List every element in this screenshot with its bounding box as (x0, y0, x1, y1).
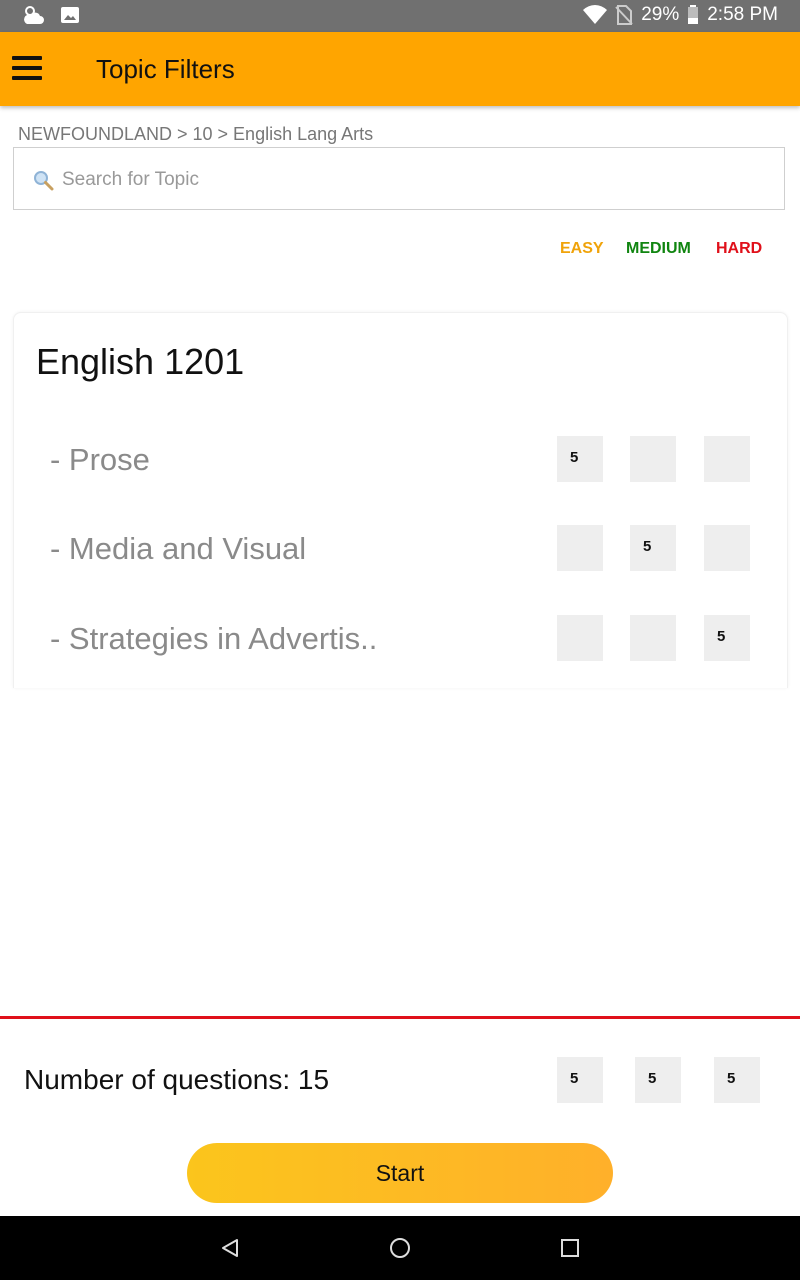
hard-count-box[interactable] (704, 525, 750, 571)
weather-icon (24, 6, 44, 24)
battery-percent: 29% (641, 4, 680, 25)
legend-hard: HARD (716, 240, 763, 257)
topic-row-prose: - Prose 5 (14, 436, 787, 486)
clock: 2:58 PM (707, 4, 778, 25)
course-title: English 1201 (36, 341, 245, 382)
menu-icon[interactable] (12, 56, 42, 82)
easy-count-box[interactable] (557, 525, 603, 571)
page-title: Topic Filters (96, 54, 235, 84)
hard-count-box[interactable]: 5 (704, 615, 750, 661)
medium-count-box[interactable]: 5 (630, 525, 676, 571)
question-count-label: Number of questions: 15 (24, 1064, 330, 1095)
status-bar: 29% 2:58 PM (0, 0, 800, 32)
search-box[interactable] (13, 147, 785, 210)
home-icon[interactable] (388, 1236, 412, 1260)
navigation-bar (0, 1216, 800, 1280)
total-medium-box: 5 (635, 1057, 681, 1103)
back-icon[interactable] (218, 1236, 242, 1260)
legend-medium: MEDIUM (626, 240, 691, 257)
course-card: English 1201 - Prose 5 - Media and Visua… (13, 312, 788, 688)
search-icon (34, 171, 54, 191)
hard-count-box[interactable] (704, 436, 750, 482)
topic-label: - Strategies in Advertis.. (50, 621, 378, 656)
easy-count-box[interactable]: 5 (557, 436, 603, 482)
total-hard-box: 5 (714, 1057, 760, 1103)
medium-count-box[interactable] (630, 615, 676, 661)
medium-count-box[interactable] (630, 436, 676, 482)
total-easy-box: 5 (557, 1057, 603, 1103)
no-sim-icon (615, 5, 633, 25)
breadcrumb: NEWFOUNDLAND > 10 > English Lang Arts (18, 124, 374, 144)
wifi-icon (583, 5, 608, 25)
topic-row-strategies: - Strategies in Advertis.. 5 (14, 615, 787, 665)
start-button[interactable]: Start (187, 1143, 613, 1203)
battery-icon (688, 5, 699, 24)
search-input[interactable] (60, 164, 764, 196)
topic-label: - Prose (50, 442, 150, 477)
divider (0, 1016, 800, 1019)
image-icon (61, 7, 79, 23)
recents-icon[interactable] (558, 1236, 582, 1260)
legend-easy: EASY (560, 240, 604, 257)
easy-count-box[interactable] (557, 615, 603, 661)
topic-label: - Media and Visual (50, 531, 307, 566)
topic-row-media-visual: - Media and Visual 5 (14, 525, 787, 575)
app-bar: Topic Filters (0, 32, 800, 106)
